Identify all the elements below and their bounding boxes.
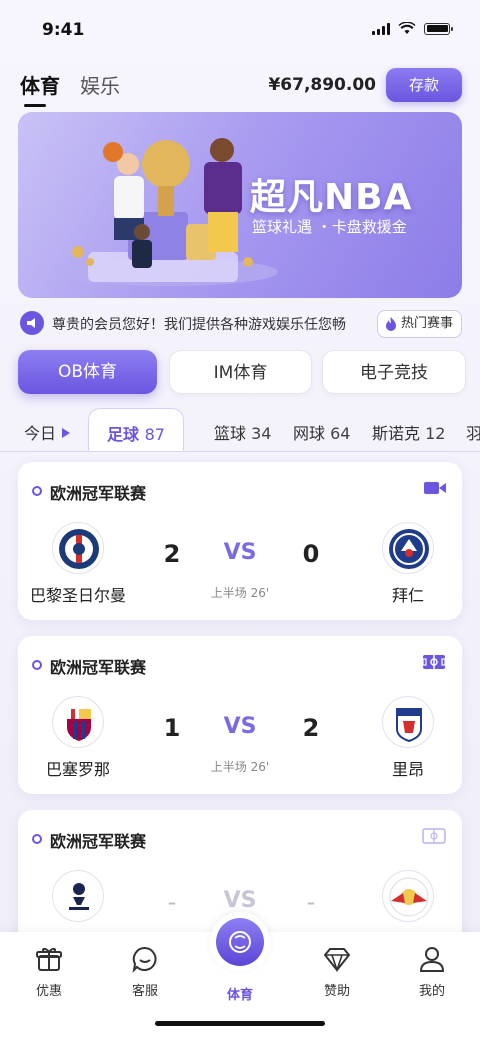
flame-icon — [385, 317, 396, 331]
tab-entertainment[interactable]: 娱乐 — [80, 70, 120, 99]
nav-sponsor-label: 赞助 — [323, 984, 350, 999]
tab-today-label: 今日 — [24, 424, 57, 443]
league-name: 欧洲冠军联赛 — [50, 658, 147, 677]
nav-promotions[interactable]: 优惠 — [14, 944, 84, 999]
match-card[interactable]: 欧洲冠军联赛 巴黎圣日尔曼 2 VS 0 上半场 26' 拜仁 — [18, 462, 462, 620]
user-icon — [397, 944, 467, 974]
pitch-icon[interactable] — [422, 828, 446, 844]
tab-tennis[interactable]: 网球 64 — [293, 420, 350, 444]
tottenham-crest-icon — [52, 870, 104, 922]
tab-snooker-label: 斯诺克 — [372, 424, 421, 443]
match-period: 上半场 26' — [210, 586, 270, 600]
venue-ob-sports[interactable]: OB体育 — [18, 350, 157, 394]
live-video-icon[interactable] — [424, 480, 446, 496]
away-team: 拜仁 — [348, 522, 468, 606]
barcelona-crest-icon — [52, 696, 104, 748]
sports-ball-icon[interactable] — [216, 918, 264, 966]
home-team: 巴塞罗那 — [18, 696, 138, 780]
psg-crest-icon — [52, 522, 104, 574]
home-indicator — [155, 1021, 325, 1026]
tab-basketball-count: 34 — [251, 424, 272, 443]
nav-promotions-label: 优惠 — [35, 984, 62, 999]
nav-sports[interactable]: 体育 — [205, 978, 275, 1003]
tab-badminton[interactable]: 羽 — [466, 420, 480, 444]
signal-icon — [372, 22, 390, 35]
tab-today[interactable]: 今日 — [24, 420, 71, 444]
away-team-name: 里昂 — [391, 760, 424, 779]
league-name: 欧洲冠军联赛 — [50, 832, 147, 851]
banner-title: 超凡NBA — [250, 177, 413, 218]
megaphone-icon — [20, 311, 44, 335]
away-score: - — [306, 888, 316, 916]
tab-basketball-label: 篮球 — [214, 424, 247, 443]
tab-sports[interactable]: 体育 — [20, 70, 60, 107]
account-balance: ¥67,890.00 — [268, 75, 376, 95]
vs-label: VS — [223, 540, 257, 565]
home-team — [18, 870, 138, 922]
league-name: 欧洲冠军联赛 — [50, 484, 147, 503]
top-header: 体育 娱乐 ¥67,890.00 存款 — [0, 60, 480, 110]
banner-subtitle: 篮球礼遇 ・卡盘救援金 — [252, 218, 407, 236]
tab-football[interactable]: 足球 87 — [88, 408, 184, 452]
away-score: 2 — [302, 714, 320, 742]
notice-bar: 尊贵的会员您好！我们提供各种游戏娱乐任您畅 热门赛事 — [20, 310, 462, 338]
wifi-icon — [398, 22, 416, 34]
away-team: 里昂 — [348, 696, 468, 780]
pitch-icon[interactable] — [422, 654, 446, 670]
nav-support-label: 客服 — [131, 984, 158, 999]
nav-profile[interactable]: 我的 — [397, 944, 467, 999]
battery-icon — [424, 22, 453, 35]
lyon-crest-icon — [382, 696, 434, 748]
status-time: 9:41 — [42, 20, 85, 40]
nav-sports-label: 体育 — [226, 988, 253, 1003]
home-score: 1 — [163, 714, 181, 742]
away-team — [348, 870, 468, 922]
home-team: 巴黎圣日尔曼 — [18, 522, 138, 606]
nav-sponsor[interactable]: 赞助 — [302, 944, 372, 999]
vs-label: VS — [223, 714, 257, 739]
tab-tennis-count: 64 — [330, 424, 351, 443]
sport-tabs: 今日 足球 87 篮球 34 网球 64 斯诺克 12 羽 — [0, 408, 480, 452]
league-dot-icon — [32, 486, 42, 496]
tab-divider — [0, 451, 480, 452]
match-card[interactable]: 欧洲冠军联赛 巴塞罗那 1 VS 2 上半场 26' 里昂 — [18, 636, 462, 794]
home-score: 2 — [163, 540, 181, 568]
play-arrow-icon — [62, 428, 71, 438]
venue-im-sports[interactable]: IM体育 — [169, 350, 312, 394]
tab-tennis-label: 网球 — [293, 424, 326, 443]
match-period: 上半场 26' — [210, 760, 270, 774]
notice-text: 尊贵的会员您好！我们提供各种游戏娱乐任您畅 — [52, 317, 346, 333]
venue-esports[interactable]: 电子竞技 — [322, 350, 466, 394]
status-icons — [372, 22, 453, 35]
away-score: 0 — [302, 540, 320, 568]
home-team-name: 巴黎圣日尔曼 — [29, 586, 126, 605]
venue-selector: OB体育 IM体育 电子竞技 — [18, 350, 468, 394]
leipzig-crest-icon — [382, 870, 434, 922]
promo-banner[interactable]: 超凡NBA 篮球礼遇 ・卡盘救援金 — [18, 112, 462, 298]
chelsea-crest-icon — [382, 522, 434, 574]
tab-basketball[interactable]: 篮球 34 — [214, 420, 271, 444]
hot-events-button[interactable]: 热门赛事 — [376, 310, 462, 338]
gift-icon — [14, 944, 84, 974]
league-dot-icon — [32, 834, 42, 844]
away-team-name: 拜仁 — [391, 586, 424, 605]
status-bar: 9:41 — [0, 0, 480, 56]
tab-snooker[interactable]: 斯诺克 12 — [372, 420, 445, 444]
tab-football-count: 87 — [144, 425, 165, 444]
tab-football-label: 足球 — [107, 425, 140, 444]
league-dot-icon — [32, 660, 42, 670]
nav-profile-label: 我的 — [418, 984, 445, 999]
chat-icon — [110, 944, 180, 974]
vs-label: VS — [223, 888, 257, 913]
home-score: - — [167, 888, 177, 916]
nav-support[interactable]: 客服 — [110, 944, 180, 999]
home-team-name: 巴塞罗那 — [45, 760, 110, 779]
deposit-button[interactable]: 存款 — [386, 68, 462, 102]
diamond-icon — [302, 944, 372, 974]
hot-events-label: 热门赛事 — [400, 316, 453, 331]
tab-snooker-count: 12 — [425, 424, 446, 443]
